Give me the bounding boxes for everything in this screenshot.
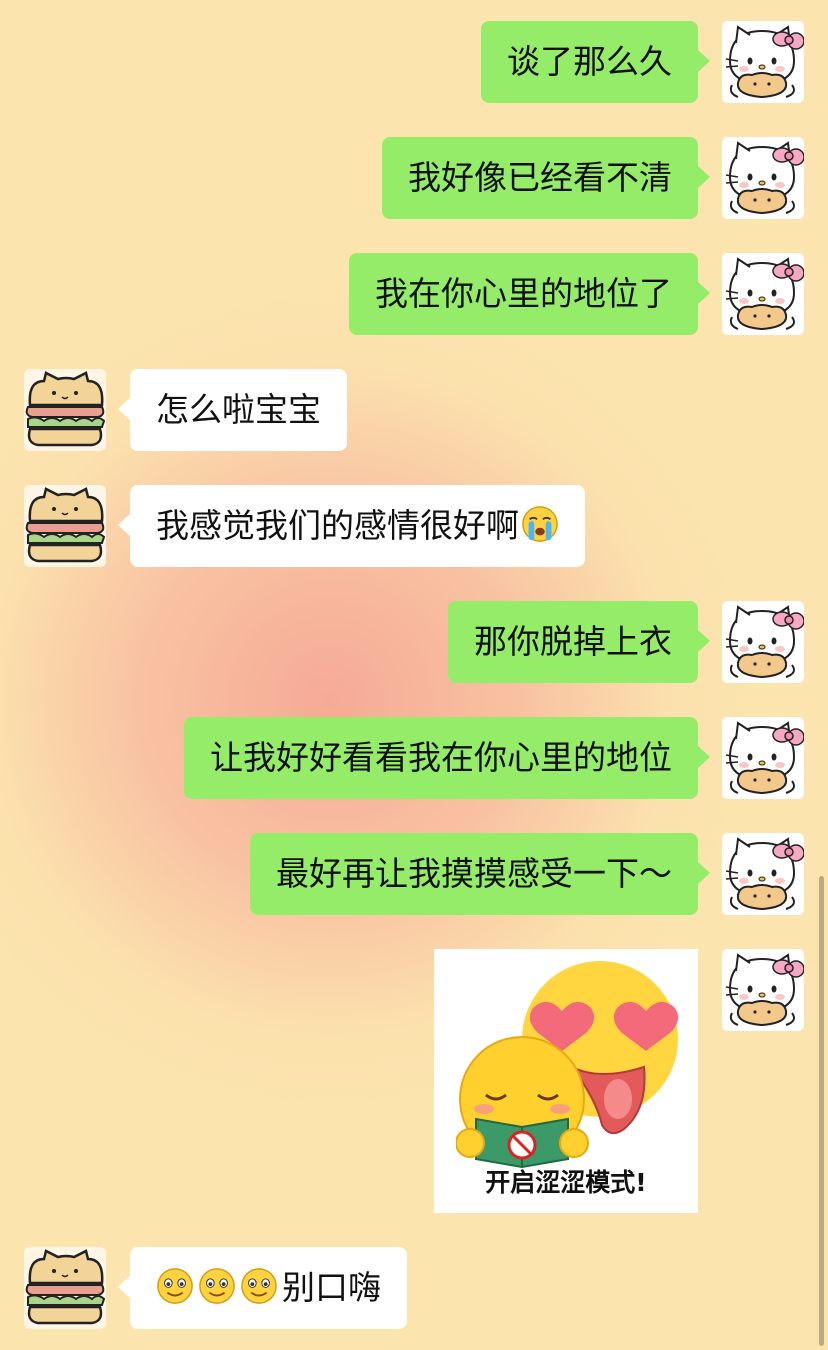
message-bubble[interactable]: 怎么啦宝宝 <box>118 369 347 451</box>
chat-area: 谈了那么久 我好像已经看不清 我在你心里的地位了 怎么啦宝宝 我感觉我们的感情很… <box>0 0 828 1350</box>
message-text: 我感觉我们的感情很好啊 <box>156 506 519 545</box>
smile-emoji-icon <box>198 1267 236 1305</box>
sandwich-avatar-icon[interactable] <box>24 1247 106 1329</box>
smile-emoji-icon <box>240 1267 278 1305</box>
message-bubble[interactable]: 我好像已经看不清 <box>382 137 710 219</box>
sandwich-avatar-icon[interactable] <box>24 369 106 451</box>
message-bubble[interactable]: 最好再让我摸摸感受一下～ <box>250 833 710 915</box>
crying-emoji-icon <box>521 505 559 543</box>
scrollbar[interactable] <box>819 876 824 1346</box>
hello-kitty-avatar-icon[interactable] <box>722 717 804 799</box>
hello-kitty-avatar-icon[interactable] <box>722 949 804 1031</box>
message-text: 别口嗨 <box>282 1268 381 1307</box>
message-bubble[interactable]: 让我好好看看我在你心里的地位 <box>184 717 710 799</box>
hello-kitty-avatar-icon[interactable] <box>722 833 804 915</box>
shy-reading-emoji-icon <box>456 1036 589 1169</box>
hello-kitty-avatar-icon[interactable] <box>722 601 804 683</box>
message-bubble[interactable]: 我感觉我们的感情很好啊 <box>118 485 585 567</box>
sandwich-avatar-icon[interactable] <box>24 485 106 567</box>
message-bubble[interactable]: 我在你心里的地位了 <box>349 253 710 335</box>
hello-kitty-avatar-icon[interactable] <box>722 253 804 335</box>
sticker-message[interactable]: 开启涩涩模式! <box>434 949 698 1213</box>
hello-kitty-avatar-icon[interactable] <box>722 21 804 103</box>
hello-kitty-avatar-icon[interactable] <box>722 137 804 219</box>
message-bubble[interactable]: 谈了那么久 <box>481 21 710 103</box>
message-bubble[interactable]: 那你脱掉上衣 <box>448 601 710 683</box>
message-bubble[interactable]: 别口嗨 <box>118 1247 407 1329</box>
sticker-caption: 开启涩涩模式! <box>485 1168 647 1197</box>
smile-emoji-icon <box>156 1267 194 1305</box>
